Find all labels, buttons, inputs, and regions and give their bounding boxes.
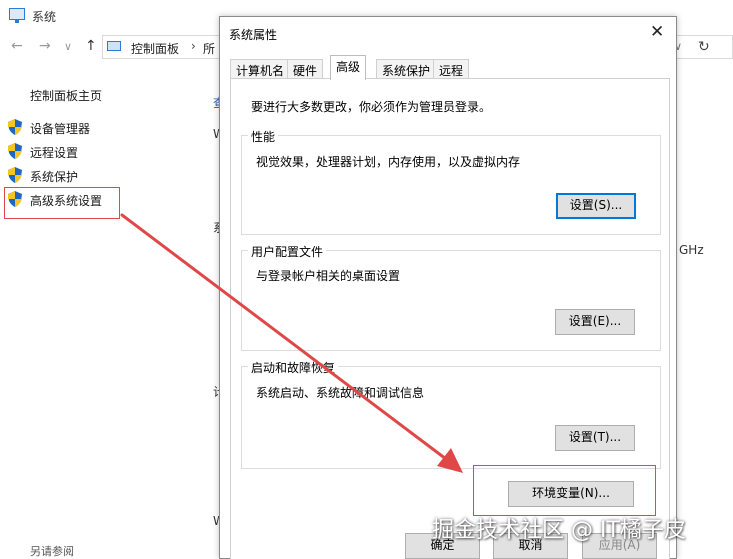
annotation-arrow <box>120 213 463 473</box>
tab-advanced[interactable]: 高级 <box>330 55 367 80</box>
watermark-text: 掘金技术社区 @ IT橘子皮 <box>432 518 686 543</box>
